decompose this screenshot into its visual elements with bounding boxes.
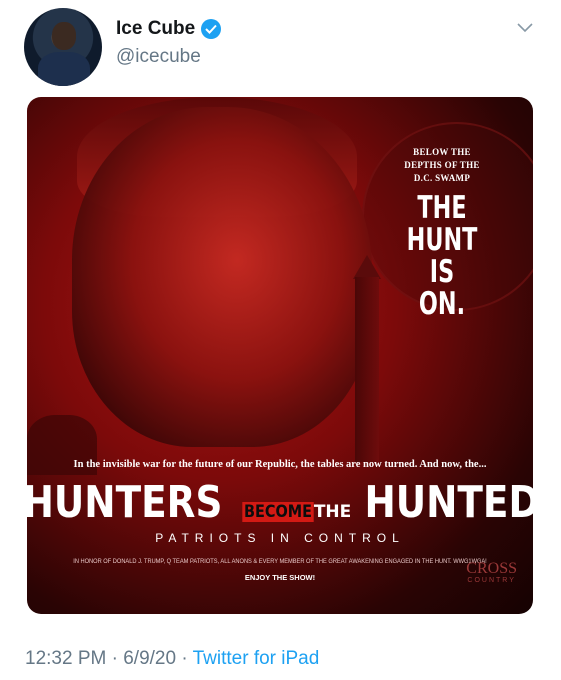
swamp-line-2: DEPTHS OF THE — [404, 160, 480, 170]
tweet-date[interactable]: 6/9/20 — [123, 648, 176, 669]
tweet-metadata: 12:32 PM · 6/9/20 · Twitter for iPad — [25, 648, 319, 670]
avatar-body — [38, 52, 90, 86]
poster-fine-print: IN HONOR OF DONALD J. TRUMP, Q TEAM PATR… — [73, 558, 487, 565]
hunt-line-3: IS — [429, 254, 455, 290]
tweet-time[interactable]: 12:32 PM — [25, 648, 106, 669]
title-become: BECOME — [242, 502, 314, 522]
swamp-line-3: D.C. SWAMP — [413, 173, 471, 183]
chevron-down-icon[interactable] — [517, 22, 533, 34]
hunt-line-4: ON. — [418, 286, 466, 322]
title-the: THE — [313, 502, 352, 522]
hunt-line-1: THE — [417, 190, 467, 226]
title-hunters: HUNTERS — [27, 477, 223, 528]
monument-graphic — [355, 277, 379, 462]
poster-enjoy-text: ENJOY THE SHOW! — [244, 573, 316, 582]
separator: · — [181, 648, 188, 669]
portrait-graphic — [72, 107, 372, 447]
avatar-head — [52, 22, 76, 50]
author-handle[interactable]: @icecube — [116, 46, 201, 68]
poster-invisible-war-text: In the invisible war for the future of o… — [73, 459, 487, 470]
logo-line-2: COUNTRY — [467, 577, 516, 584]
poster-tagline: PATRIOTS IN CONTROL — [155, 531, 405, 545]
swamp-line-1: BELOW THE — [413, 147, 471, 157]
tweet-source-link[interactable]: Twitter for iPad — [193, 648, 320, 669]
monument-tip-graphic — [353, 255, 381, 279]
cross-country-logo: CROSS COUNTRY — [466, 560, 517, 587]
separator: · — [111, 648, 118, 669]
verified-badge-icon — [201, 19, 222, 39]
author-name[interactable]: Ice Cube — [116, 18, 195, 40]
poster-swamp-text: BELOW THE DEPTHS OF THE D.C. SWAMP — [382, 146, 502, 185]
avatar[interactable] — [24, 8, 102, 86]
title-hunted: HUNTED — [364, 477, 533, 528]
hunt-line-2: HUNT — [406, 222, 478, 258]
tweet-media-image[interactable]: BELOW THE DEPTHS OF THE D.C. SWAMP THE H… — [27, 97, 533, 614]
logo-line-1: CROSS — [466, 560, 517, 577]
poster-hunt-text: THE HUNT IS ON. — [399, 192, 485, 320]
author-row: Ice Cube — [116, 18, 222, 40]
poster-title: HUNTERS BECOME THE HUNTED — [27, 477, 533, 528]
